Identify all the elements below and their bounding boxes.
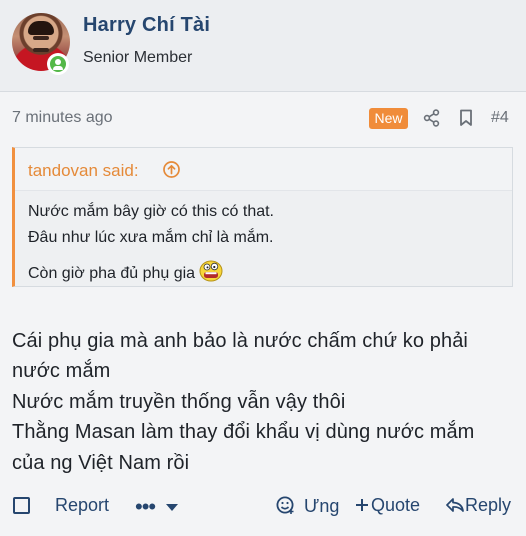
plus-icon — [355, 498, 369, 512]
reply-button[interactable]: Reply — [445, 495, 511, 516]
post-time[interactable]: 7 minutes ago — [12, 109, 113, 127]
react-button[interactable]: Ưng — [276, 495, 339, 517]
bookmark-icon[interactable] — [455, 107, 477, 129]
post-body-line-4: Thằng Masan làm thay đổi khẩu vị dùng nư… — [12, 421, 475, 443]
report-link[interactable]: Report — [55, 495, 109, 516]
more-options-button[interactable]: ••• — [135, 494, 156, 520]
reply-label: Reply — [465, 495, 512, 515]
new-badge: New — [369, 108, 408, 129]
quote-label: Quote — [371, 495, 421, 515]
post-body-line-2: nước mắm — [12, 360, 111, 382]
quote-button[interactable]: Quote — [355, 495, 420, 516]
quote-line-2: Đâu như lúc xưa mắm chỉ là mắm. — [28, 229, 274, 246]
post-body-line-5: của ng Việt Nam rồi — [12, 452, 190, 474]
post-user-header: Harry Chí Tài Senior Member — [0, 0, 526, 92]
quote-line-3: Còn giờ pha đủ phụ gia — [28, 260, 223, 283]
select-checkbox[interactable] — [13, 497, 30, 514]
quote-author[interactable]: tandovan said: — [28, 161, 139, 181]
post-body-line-1: Cái phụ gia mà anh bảo là nước chấm chứ … — [12, 330, 468, 352]
react-label: Ưng — [304, 496, 340, 516]
username[interactable]: Harry Chí Tài — [83, 14, 210, 37]
reply-icon — [445, 496, 465, 514]
online-status-icon — [47, 53, 69, 75]
quote-header: tandovan said: — [15, 148, 512, 191]
smile-icon — [276, 495, 296, 515]
chevron-down-icon[interactable] — [166, 504, 178, 511]
post-number[interactable]: #4 — [491, 109, 509, 127]
post-actions-bar: Report ••• Ưng Quote Reply — [0, 490, 526, 524]
share-icon[interactable] — [421, 107, 443, 129]
shocked-face-icon — [199, 260, 223, 282]
quote-line-3-text: Còn giờ pha đủ phụ gia — [28, 265, 196, 282]
quote-line-1: Nước mắm bây giờ có this có that. — [28, 203, 274, 220]
quote-block: tandovan said: Nước mắm bây giờ có this … — [12, 147, 513, 287]
arrow-up-circle-icon[interactable] — [162, 160, 181, 179]
user-title: Senior Member — [83, 49, 193, 66]
post-body-line-3: Nước mắm truyền thống vẫn vậy thôi — [12, 391, 346, 413]
